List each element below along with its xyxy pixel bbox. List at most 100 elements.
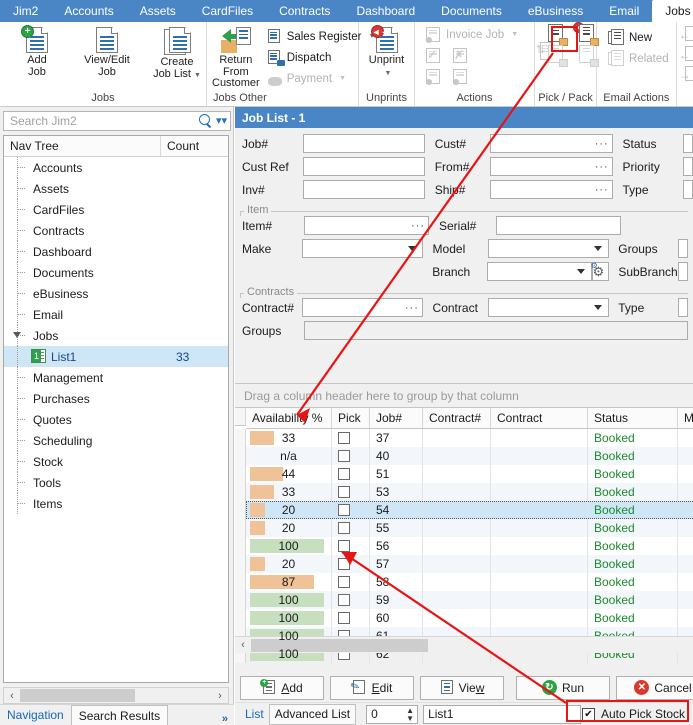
nav-tree-horizontal-scrollbar[interactable]: ‹ › xyxy=(3,687,229,704)
chevron-down-icon[interactable] xyxy=(408,246,416,251)
ellipsis-icon[interactable]: ··· xyxy=(411,220,425,232)
pick-checkbox[interactable] xyxy=(338,594,350,606)
grid-column-header-job-[interactable]: Job# xyxy=(370,408,423,428)
sidebar-item-cardfiles[interactable]: CardFiles xyxy=(4,199,228,220)
table-row[interactable]: 2055Booked xyxy=(246,519,693,537)
checkbox-checked-icon[interactable]: ✔ xyxy=(582,708,595,721)
forward-email-icon[interactable]: → xyxy=(680,66,693,83)
auto-pick-stock-checkbox[interactable]: ✔ Auto Pick Stock xyxy=(577,704,690,724)
pick-checkbox[interactable] xyxy=(338,432,350,444)
record-count-stepper[interactable]: 0 ▲▼ xyxy=(366,705,418,724)
from-number-input[interactable]: ··· xyxy=(490,157,612,176)
sidebar-item-accounts[interactable]: Accounts xyxy=(4,157,228,178)
table-row[interactable]: 2054Booked xyxy=(246,501,693,519)
grid-column-header-pick[interactable]: Pick xyxy=(332,408,370,428)
grid-column-header-contract[interactable]: Contract xyxy=(491,408,588,428)
ribbon-tab-documents[interactable]: Documents xyxy=(428,0,515,22)
pick-checkbox[interactable] xyxy=(338,540,350,552)
subbranch-input[interactable] xyxy=(678,262,688,281)
ribbon-tab-assets[interactable]: Assets xyxy=(127,0,189,22)
ribbon-tab-ebusiness[interactable]: eBusiness xyxy=(515,0,596,22)
ribbon-tab-dashboard[interactable]: Dashboard xyxy=(343,0,428,22)
stepper-arrows-icon[interactable]: ▲▼ xyxy=(406,707,414,723)
record-count-value[interactable]: 0 xyxy=(371,707,378,721)
cell-pick[interactable] xyxy=(332,429,370,447)
status-input[interactable] xyxy=(683,134,693,153)
sidebar-item-stock[interactable]: Stock xyxy=(4,451,228,472)
scroll-right-arrow-icon[interactable]: › xyxy=(212,690,228,702)
chevron-down-icon[interactable]: ▼ xyxy=(194,72,201,79)
list-name-input[interactable]: List1 xyxy=(423,705,581,724)
pick-checkbox[interactable] xyxy=(338,486,350,498)
sidebar-item-contracts[interactable]: Contracts xyxy=(4,220,228,241)
chevron-down-icon[interactable]: ▼ xyxy=(385,70,392,77)
ship-number-input[interactable]: ··· xyxy=(490,180,612,199)
cell-pick[interactable] xyxy=(332,537,370,555)
priority-input[interactable] xyxy=(683,157,693,176)
tab-search-results[interactable]: Search Results xyxy=(71,705,168,725)
sidebar-item-purchases[interactable]: Purchases xyxy=(4,388,228,409)
unprint-button[interactable]: ◄◄ Unprint▼ xyxy=(362,24,411,79)
cell-pick[interactable] xyxy=(332,465,370,483)
cell-pick[interactable] xyxy=(332,573,370,591)
table-row[interactable]: 10059Booked xyxy=(246,591,693,609)
grid-horizontal-scrollbar[interactable]: ‹ xyxy=(235,636,693,653)
type-input[interactable] xyxy=(683,180,693,199)
contract-number-input[interactable]: ··· xyxy=(302,298,423,317)
grid-column-header-status[interactable]: Status xyxy=(588,408,678,428)
view-button[interactable]: View xyxy=(420,676,504,700)
cell-pick[interactable] xyxy=(332,483,370,501)
table-row[interactable]: 2057Booked xyxy=(246,555,693,573)
cell-pick[interactable] xyxy=(332,555,370,573)
ribbon-tab-accounts[interactable]: Accounts xyxy=(51,0,126,22)
table-row[interactable]: 10056Booked xyxy=(246,537,693,555)
gear-icon[interactable] xyxy=(593,265,607,279)
sidebar-item-tools[interactable]: Tools xyxy=(4,472,228,493)
item-number-input[interactable]: ··· xyxy=(304,216,429,235)
search-input[interactable]: Search Jim2 xyxy=(7,114,198,128)
sidebar-item-management[interactable]: Management xyxy=(4,367,228,388)
scroll-left-arrow-icon[interactable]: ‹ xyxy=(4,690,20,702)
add-job-button[interactable]: + AddJob xyxy=(11,24,63,78)
pick-checkbox[interactable] xyxy=(338,522,350,534)
pick-checkbox[interactable] xyxy=(338,504,350,516)
cust-ref-input[interactable] xyxy=(303,157,425,176)
table-row[interactable]: 8758Booked xyxy=(246,573,693,591)
sidebar-item-jobs[interactable]: Jobs xyxy=(4,325,228,346)
pick-checkbox[interactable] xyxy=(338,468,350,480)
table-row[interactable]: 4451Booked xyxy=(246,465,693,483)
table-row[interactable]: 3353Booked xyxy=(246,483,693,501)
edit-button[interactable]: ✎ Edit xyxy=(330,676,414,700)
sidebar-item-quotes[interactable]: Quotes xyxy=(4,409,228,430)
create-job-list-button[interactable]: CreateJob List▼ xyxy=(151,24,203,81)
sidebar-item-email[interactable]: Email xyxy=(4,304,228,325)
contract-type-input[interactable] xyxy=(678,298,688,317)
tab-navigation[interactable]: Navigation xyxy=(0,705,71,725)
make-select[interactable] xyxy=(302,239,423,258)
ribbon-tab-jobs[interactable]: Jobs xyxy=(652,0,693,22)
chevron-down-icon[interactable] xyxy=(594,246,602,251)
sidebar-item-documents[interactable]: Documents xyxy=(4,262,228,283)
sidebar-item-ebusiness[interactable]: eBusiness xyxy=(4,283,228,304)
tab-advanced-list[interactable]: Advanced List xyxy=(269,704,356,725)
chevron-double-down-icon[interactable]: ▾▾ xyxy=(216,116,227,126)
branch-select[interactable] xyxy=(487,262,591,281)
sidebar-item-dashboard[interactable]: Dashboard xyxy=(4,241,228,262)
pick-checkbox[interactable] xyxy=(338,612,350,624)
cell-pick[interactable] xyxy=(332,519,370,537)
ellipsis-icon[interactable]: ··· xyxy=(405,302,419,314)
cell-pick[interactable] xyxy=(332,609,370,627)
return-from-customer-button[interactable]: Return FromCustomer xyxy=(212,24,260,90)
ellipsis-icon[interactable]: ··· xyxy=(595,138,609,150)
tab-list[interactable]: List xyxy=(240,707,269,721)
pick-checkbox[interactable] xyxy=(338,576,350,588)
pick-checkbox[interactable] xyxy=(338,450,350,462)
model-select[interactable] xyxy=(488,239,609,258)
reply-email-icon[interactable]: ← xyxy=(680,26,693,43)
group-by-panel[interactable]: Drag a column header here to group by th… xyxy=(235,383,693,408)
inv-number-input[interactable] xyxy=(303,180,425,199)
search-icon[interactable] xyxy=(198,114,212,128)
reply-all-email-icon[interactable]: ← xyxy=(680,46,693,63)
table-row[interactable]: n/a40Booked xyxy=(246,447,693,465)
expand-collapse-icon[interactable] xyxy=(13,332,21,338)
